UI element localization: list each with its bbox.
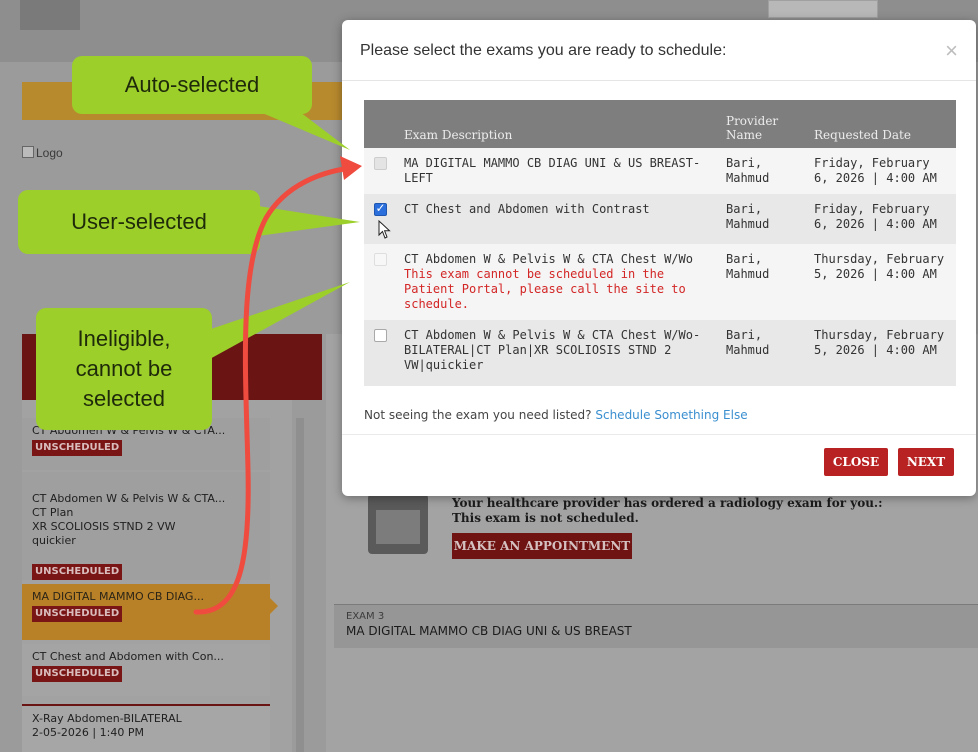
sidebar-exam-title: X-Ray Abdomen-BILATERAL bbox=[32, 712, 182, 725]
exam3-description: MA DIGITAL MAMMO CB DIAG UNI & US BREAST bbox=[346, 624, 632, 638]
cursor-icon bbox=[378, 220, 391, 239]
callout-line: Ineligible, bbox=[77, 326, 171, 351]
exam-checkbox-ineligible bbox=[373, 253, 387, 266]
exam-description: CT Abdomen W & Pelvis W & CTA Chest W/Wo… bbox=[404, 328, 701, 372]
sidebar-exam-title: MA DIGITAL MAMMO CB DIAG... bbox=[32, 590, 204, 603]
modal-title: Please select the exams you are ready to… bbox=[360, 42, 727, 59]
header-checkbox-col bbox=[364, 100, 396, 148]
exam-checkbox-auto-selected bbox=[373, 157, 387, 170]
make-appointment-button[interactable]: MAKE AN APPOINTMENT bbox=[452, 533, 632, 559]
close-icon[interactable]: × bbox=[945, 38, 958, 64]
table-row: MA DIGITAL MAMMO CB DIAG UNI & US BREAST… bbox=[364, 148, 956, 194]
exam-description: CT Chest and Abdomen with Contrast bbox=[404, 202, 650, 216]
header-requested-date: Requested Date bbox=[814, 128, 911, 142]
exam3-label: EXAM 3 bbox=[346, 611, 385, 622]
select-exams-modal: Please select the exams you are ready to… bbox=[342, 20, 976, 496]
status-badge: UNSCHEDULED bbox=[32, 440, 123, 456]
sidebar-exam-card[interactable]: X-Ray Abdomen-BILATERAL 2-05-2026 | 1:40… bbox=[22, 704, 270, 752]
exam3-panel: EXAM 3 MA DIGITAL MAMMO CB DIAG UNI & US… bbox=[334, 604, 978, 648]
divider bbox=[342, 80, 976, 81]
exam-description-cell: CT Abdomen W & Pelvis W & CTA Chest W/Wo… bbox=[396, 244, 718, 320]
logo-image: Logo bbox=[22, 146, 63, 160]
sidebar-exam-card[interactable]: CT Chest and Abdomen with Con... UNSCHED… bbox=[22, 644, 270, 696]
not-scheduled-text: This exam is not scheduled. bbox=[452, 511, 639, 525]
sidebar-scrollbar[interactable] bbox=[296, 418, 304, 752]
ordered-text: Your healthcare provider has ordered a r… bbox=[452, 496, 883, 510]
status-badge: UNSCHEDULED bbox=[32, 606, 123, 622]
status-badge: UNSCHEDULED bbox=[32, 666, 123, 682]
active-card-pointer bbox=[270, 598, 278, 614]
table-row: CT Abdomen W & Pelvis W & CTA Chest W/Wo… bbox=[364, 320, 956, 386]
callout-ineligible: Ineligible, cannot be selected bbox=[36, 308, 212, 430]
sidebar-exam-title: CT Chest and Abdomen with Con... bbox=[32, 650, 224, 663]
sidebar-exam-card[interactable]: CT Abdomen W & Pelvis W & CTA... CT Plan… bbox=[22, 472, 270, 580]
schedule-something-else-link[interactable]: Schedule Something Else bbox=[595, 408, 747, 422]
not-seeing-text: Not seeing the exam you need listed? bbox=[364, 408, 592, 422]
provider-name: Bari, Mahmud bbox=[726, 202, 770, 231]
header-exam-description: Exam Description bbox=[404, 128, 513, 142]
exam-table: Exam Description Provider Name Requested… bbox=[364, 100, 956, 386]
header-provider-name: Provider Name bbox=[726, 114, 779, 142]
requested-date: Friday, February 6, 2026 | 4:00 AM bbox=[814, 156, 937, 185]
status-badge: UNSCHEDULED bbox=[32, 564, 123, 580]
requested-date: Friday, February 6, 2026 | 4:00 AM bbox=[814, 202, 937, 231]
table-header-row: Exam Description Provider Name Requested… bbox=[364, 100, 956, 148]
top-button[interactable] bbox=[768, 0, 878, 18]
next-button[interactable]: NEXT bbox=[898, 448, 954, 476]
exam-checkbox[interactable] bbox=[373, 329, 387, 342]
divider bbox=[342, 434, 976, 435]
callout-line: cannot be bbox=[75, 356, 173, 381]
callout-auto-selected: Auto-selected bbox=[72, 56, 312, 114]
requested-date: Thursday, February 5, 2026 | 4:00 AM bbox=[814, 252, 945, 281]
table-row: CT Chest and Abdomen with Contrast Bari,… bbox=[364, 194, 956, 244]
sidebar-exam-title: CT Abdomen W & Pelvis W & CTA... CT Plan… bbox=[32, 492, 226, 547]
exam-checkbox-checked[interactable] bbox=[373, 201, 387, 216]
ineligible-warning: This exam cannot be scheduled in the Pat… bbox=[404, 267, 686, 311]
calendar-icon bbox=[368, 494, 428, 554]
table-row: CT Abdomen W & Pelvis W & CTA Chest W/Wo… bbox=[364, 244, 956, 320]
exam-description: MA DIGITAL MAMMO CB DIAG UNI & US BREAST… bbox=[404, 156, 701, 185]
callout-user-selected: User-selected bbox=[18, 190, 260, 254]
close-button[interactable]: CLOSE bbox=[824, 448, 888, 476]
exam-description: CT Abdomen W & Pelvis W & CTA Chest W/Wo bbox=[404, 252, 693, 266]
provider-name: Bari, Mahmud bbox=[726, 252, 770, 281]
header-logo-block bbox=[20, 0, 80, 30]
callout-line: selected bbox=[83, 386, 165, 411]
not-seeing-prompt: Not seeing the exam you need listed? Sch… bbox=[364, 408, 748, 422]
provider-name: Bari, Mahmud bbox=[726, 328, 770, 357]
exam-ordered-message: Your healthcare provider has ordered a r… bbox=[452, 496, 883, 526]
requested-date: Thursday, February 5, 2026 | 4:00 AM bbox=[814, 328, 945, 357]
sidebar-exam-date: 2-05-2026 | 1:40 PM bbox=[32, 726, 144, 739]
sidebar-exam-card-active[interactable]: MA DIGITAL MAMMO CB DIAG... UNSCHEDULED bbox=[22, 584, 270, 640]
provider-name: Bari, Mahmud bbox=[726, 156, 770, 185]
